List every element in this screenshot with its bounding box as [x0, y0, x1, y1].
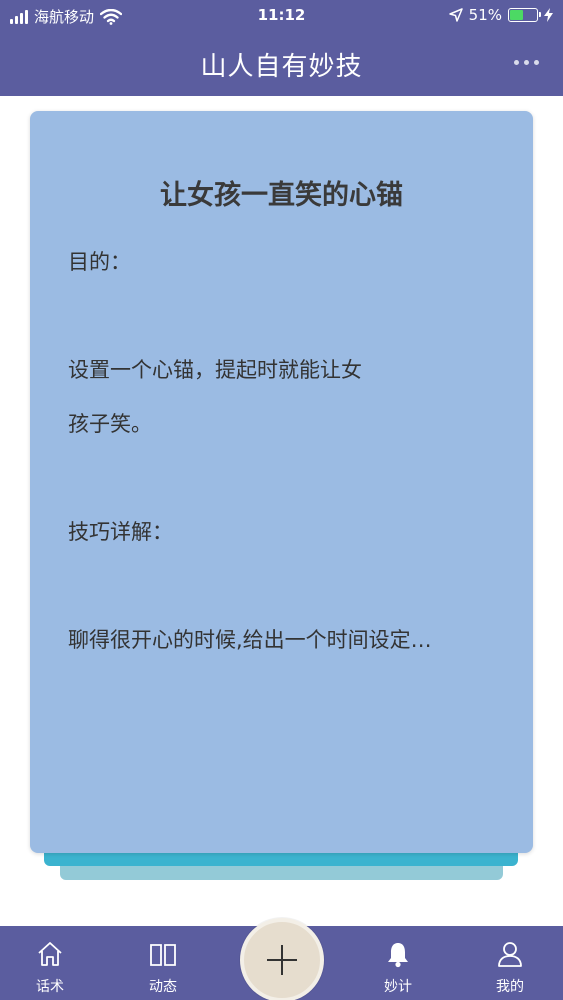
status-bar: 海航移动 11:12 51% — [0, 0, 563, 32]
card-line: 技巧详解： — [68, 520, 173, 544]
card-line — [68, 559, 428, 613]
battery-fill — [510, 10, 524, 20]
tab-miaoji[interactable]: 妙计 — [353, 926, 443, 1000]
card-line — [68, 451, 428, 505]
battery-percent: 51% — [468, 6, 502, 24]
card-line: 目的： — [68, 250, 131, 274]
location-arrow-icon — [448, 8, 463, 22]
charging-bolt-icon — [544, 8, 553, 22]
page-title: 山人自有妙技 — [200, 52, 363, 82]
book-icon — [150, 944, 176, 966]
card-line: 聊得很开心的时候,给出一个时间设定… — [68, 628, 432, 652]
add-button[interactable] — [240, 918, 324, 1000]
tip-card[interactable]: 让女孩一直笑的心锚 目的： 设置一个心锚，提起时就能让女 孩子笑。 技巧详解： … — [30, 111, 533, 853]
tab-label: 我的 — [496, 979, 524, 995]
card-line: 孩子笑。 — [68, 412, 152, 436]
nav-bar: 山人自有妙技 — [0, 32, 563, 96]
more-dots-icon[interactable] — [514, 60, 539, 65]
card-title: 让女孩一直笑的心锚 — [160, 180, 403, 211]
home-icon — [38, 942, 62, 966]
tab-label: 话术 — [36, 979, 64, 995]
app-header: 海航移动 11:12 51% 山人自有妙技 — [0, 0, 563, 96]
tab-dongtai[interactable]: 动态 — [118, 926, 208, 1000]
tab-wode[interactable]: 我的 — [465, 926, 555, 1000]
tab-huashu[interactable]: 话术 — [5, 926, 95, 1000]
tab-label: 动态 — [149, 979, 177, 995]
card-line — [68, 289, 428, 343]
user-icon — [498, 942, 522, 967]
battery-icon — [508, 8, 541, 22]
plus-icon — [267, 945, 297, 975]
bell-icon — [388, 943, 408, 968]
tab-label: 妙计 — [384, 979, 412, 995]
status-right: 51% — [448, 6, 553, 24]
card-line: 设置一个心锚，提起时就能让女 — [68, 358, 362, 382]
card-body: 目的： 设置一个心锚，提起时就能让女 孩子笑。 技巧详解： 聊得很开心的时候,给… — [68, 235, 432, 667]
